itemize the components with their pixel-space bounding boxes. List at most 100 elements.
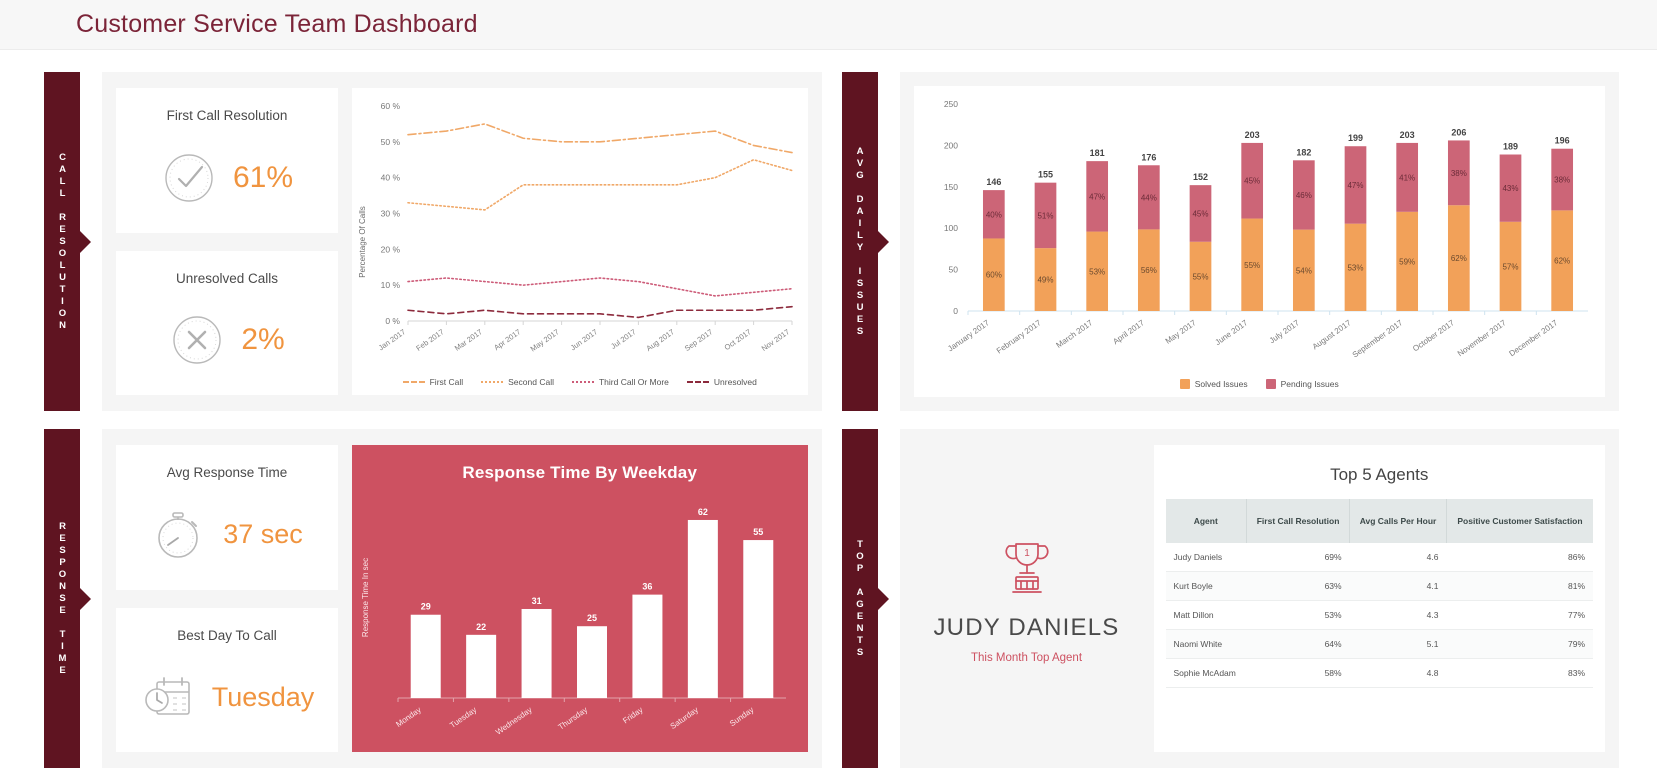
table-row[interactable]: Matt Dillon 53% 4.3 77%	[1165, 600, 1593, 630]
legend-item[interactable]: First Call	[402, 377, 464, 387]
section-tab-label: AVG DAILY ISSUES	[854, 145, 866, 338]
table-column-header[interactable]: Positive Customer Satisfaction	[1446, 499, 1593, 543]
svg-text:Jul 2017: Jul 2017	[609, 327, 637, 351]
svg-text:Wednesday: Wednesday	[494, 705, 534, 737]
svg-text:25: 25	[587, 613, 597, 623]
section-tab-label: RESPONSE TIME	[57, 520, 68, 677]
svg-text:February 2017: February 2017	[994, 318, 1042, 356]
svg-text:250: 250	[943, 99, 957, 109]
svg-text:62%: 62%	[1554, 257, 1570, 266]
svg-text:40%: 40%	[985, 210, 1001, 219]
svg-text:60 %: 60 %	[381, 101, 401, 111]
kpi-title: Avg Response Time	[166, 465, 288, 480]
dashboard-page: Customer Service Team Dashboard CALL RES…	[0, 0, 1657, 768]
svg-text:Friday: Friday	[621, 705, 644, 725]
section-tab-response-time[interactable]: RESPONSE TIME	[44, 429, 91, 768]
svg-text:22: 22	[476, 622, 486, 632]
table-cell-agent: Matt Dillon	[1165, 600, 1247, 630]
svg-text:July 2017: July 2017	[1267, 318, 1301, 345]
kpi-body: 37 sec	[116, 480, 338, 590]
page-title: Customer Service Team Dashboard	[76, 10, 478, 38]
svg-text:182: 182	[1296, 147, 1311, 157]
table-cell-satisfaction: 81%	[1446, 571, 1593, 601]
table-row[interactable]: Judy Daniels 69% 4.6 86%	[1165, 543, 1593, 572]
svg-text:Apr 2017: Apr 2017	[492, 327, 522, 352]
legend-label: Second Call	[508, 377, 554, 387]
svg-text:47%: 47%	[1089, 192, 1105, 201]
section-tab-label: CALL RESOLUTION	[57, 151, 68, 332]
response-time-panel: Avg Response Time 37 sec Best Day To Cal…	[102, 429, 822, 768]
kpi-unresolved-calls: Unresolved Calls 2%	[116, 250, 338, 395]
kpi-avg-response-time: Avg Response Time 37 sec	[116, 445, 338, 590]
section-tab-label: TOP AGENTS	[854, 538, 866, 659]
table-cell-fcr: 63%	[1246, 571, 1350, 601]
table-cell-calls: 5.1	[1349, 629, 1447, 659]
svg-text:Thursday: Thursday	[557, 705, 589, 732]
legend-label: First Call	[429, 377, 464, 387]
section-tab-avg-daily-issues[interactable]: AVG DAILY ISSUES	[841, 72, 889, 411]
table-column-header[interactable]: Avg Calls Per Hour	[1349, 499, 1447, 543]
kpi-title: First Call Resolution	[166, 108, 288, 123]
section-tab-call-resolution[interactable]: CALL RESOLUTION	[44, 72, 91, 411]
kpi-title: Unresolved Calls	[175, 270, 279, 286]
table-row[interactable]: Kurt Boyle 63% 4.1 81%	[1165, 571, 1593, 601]
quadrant-call-resolution: CALL RESOLUTION First Call Resolution 61…	[44, 72, 822, 411]
legend-item[interactable]: Third Call Or More	[571, 377, 669, 387]
svg-text:38%: 38%	[1554, 176, 1570, 185]
table-title: Top 5 Agents	[1330, 465, 1429, 484]
legend-label: Solved Issues	[1194, 379, 1248, 389]
svg-text:49%: 49%	[1037, 276, 1053, 285]
avg-daily-issues-bar-chart: 0 50 100 150 200 250 146 60% 40% January 2017 155 4…	[913, 86, 1605, 397]
svg-text:Jun 2017: Jun 2017	[569, 327, 599, 352]
legend-label: Unresolved	[713, 377, 757, 387]
kpi-value: 37 sec	[223, 519, 303, 550]
svg-text:57%: 57%	[1502, 262, 1518, 271]
quadrant-response-time: RESPONSE TIME Avg Response Time 37 sec B…	[44, 429, 822, 768]
table-row[interactable]: Naomi White 64% 5.1 79%	[1165, 629, 1593, 659]
calendar-clock-icon	[140, 669, 196, 725]
table-row[interactable]: Sophie McAdam 58% 4.8 83%	[1165, 658, 1593, 688]
section-tab-top-agents[interactable]: TOP AGENTS	[841, 429, 889, 768]
svg-text:60%: 60%	[985, 271, 1001, 280]
table-cell-fcr: 64%	[1246, 629, 1350, 659]
svg-text:Oct 2017: Oct 2017	[723, 327, 753, 352]
svg-text:Aug 2017: Aug 2017	[644, 327, 675, 353]
kpi-title: Best Day To Call	[177, 627, 277, 643]
svg-text:30 %: 30 %	[381, 209, 401, 219]
kpi-value: Tuesday	[211, 681, 315, 712]
table-cell-calls: 4.8	[1349, 658, 1447, 688]
legend-item[interactable]: Second Call	[481, 377, 554, 387]
svg-text:1: 1	[1024, 548, 1030, 559]
legend-swatch	[571, 381, 594, 383]
legend-item[interactable]: Pending Issues	[1265, 379, 1339, 389]
svg-text:53%: 53%	[1089, 267, 1105, 276]
table-cell-fcr: 58%	[1246, 658, 1350, 688]
legend-item[interactable]: Solved Issues	[1179, 379, 1248, 389]
dashboard-header: Customer Service Team Dashboard	[0, 0, 1657, 50]
table-body: Judy Daniels 69% 4.6 86% Kurt Boyle 63% 4.1 81%…	[1165, 543, 1593, 688]
svg-text:206: 206	[1451, 127, 1466, 137]
legend-item[interactable]: Unresolved	[686, 377, 757, 387]
svg-text:Saturday: Saturday	[669, 705, 700, 731]
table-cell-satisfaction: 83%	[1446, 658, 1593, 688]
svg-text:54%: 54%	[1295, 266, 1311, 275]
table-header-row: Agent First Call Resolution Avg Calls Per …	[1165, 499, 1593, 543]
table-cell-satisfaction: 79%	[1446, 629, 1593, 659]
table-cell-fcr: 69%	[1246, 543, 1350, 572]
svg-text:44%: 44%	[1140, 193, 1156, 202]
svg-text:0 %: 0 %	[385, 316, 400, 326]
legend-swatch	[402, 381, 425, 383]
svg-text:56%: 56%	[1140, 266, 1156, 275]
table-column-header[interactable]: First Call Resolution	[1246, 499, 1351, 543]
svg-text:199: 199	[1347, 133, 1362, 143]
svg-text:January 2017: January 2017	[946, 318, 991, 353]
svg-text:Nov 2017: Nov 2017	[760, 327, 791, 353]
svg-text:46%: 46%	[1295, 191, 1311, 200]
svg-text:Sunday: Sunday	[728, 705, 755, 728]
legend-swatch	[1179, 379, 1190, 389]
table-cell-agent: Judy Daniels	[1165, 543, 1247, 572]
table-column-header[interactable]: Agent	[1165, 499, 1248, 543]
svg-text:152: 152	[1192, 172, 1207, 182]
svg-text:181: 181	[1089, 148, 1104, 158]
svg-text:May 2017: May 2017	[529, 327, 561, 353]
